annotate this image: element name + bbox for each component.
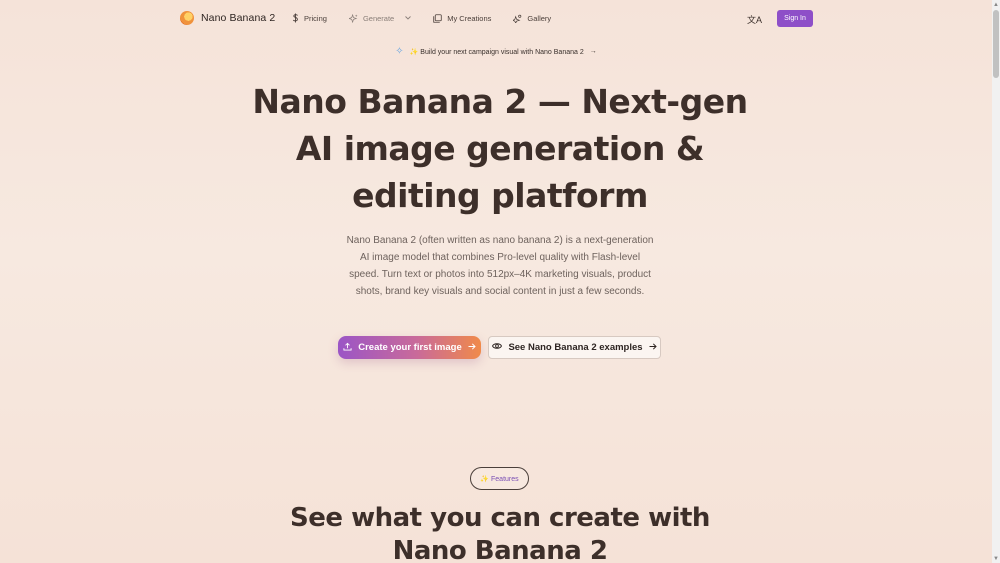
see-examples-label: See Nano Banana 2 examples — [508, 342, 643, 353]
dollar-icon — [292, 13, 299, 23]
nav-pricing-label: Pricing — [304, 13, 327, 23]
eye-icon — [492, 342, 503, 353]
nav-links: Pricing Generate My Creations Gallery — [292, 12, 573, 24]
hero-description: Nano Banana 2 (often written as nano ban… — [346, 235, 654, 297]
create-first-image-label: Create your first image — [358, 342, 462, 353]
arrow-right-icon: → — [589, 48, 597, 55]
scroll-down-icon[interactable]: ▼ — [993, 556, 999, 562]
scroll-up-icon[interactable]: ▲ — [993, 2, 999, 8]
nav-generate-label: Generate — [362, 13, 395, 23]
sign-in-button[interactable]: Sign In — [777, 10, 813, 27]
announcement-text: ✨ Build your next campaign visual with N… — [409, 48, 584, 56]
nav-gallery-label: Gallery — [527, 13, 552, 23]
gallery-sparkle-icon — [513, 14, 522, 23]
nav-generate[interactable]: Generate — [348, 12, 412, 24]
language-switch-icon[interactable]: 文A — [747, 13, 762, 26]
chevron-down-icon — [405, 16, 412, 20]
announcement-banner[interactable]: ✧ ✨ Build your next campaign visual with… — [0, 46, 992, 57]
nav-my-creations[interactable]: My Creations — [433, 12, 491, 24]
sparkles-icon — [348, 13, 358, 23]
top-nav: Nano Banana 2 Pricing Generate My Creati… — [0, 0, 992, 37]
features-title-line-1: See what you can create with — [290, 503, 710, 533]
nav-my-creations-label: My Creations — [447, 13, 492, 23]
nav-gallery[interactable]: Gallery — [513, 12, 551, 24]
page: Nano Banana 2 Pricing Generate My Creati… — [0, 0, 1000, 563]
hero-title-line-3: editing platform — [352, 176, 648, 215]
page-scrollbar[interactable]: ▲ ▼ — [992, 0, 1000, 563]
sparkle-icon: ✧ — [395, 46, 404, 57]
upload-icon — [343, 342, 352, 354]
arrow-right-icon — [649, 342, 657, 353]
banana-logo-icon — [180, 11, 194, 25]
brand-logo[interactable]: Nano Banana 2 — [180, 11, 275, 25]
arrow-right-icon — [468, 342, 476, 353]
scrollbar-thumb[interactable] — [993, 10, 999, 78]
nav-pricing[interactable]: Pricing — [292, 12, 327, 24]
hero-title-line-1: Nano Banana 2 — Next-gen — [252, 82, 748, 121]
features-title: See what you can create with Nano Banana… — [0, 502, 1000, 563]
brand-name: Nano Banana 2 — [201, 12, 276, 24]
features-title-line-2: Nano Banana 2 — [392, 536, 608, 563]
images-icon — [433, 13, 442, 23]
hero-title: Nano Banana 2 — Next-gen AI image genera… — [0, 78, 1000, 219]
create-first-image-button[interactable]: Create your first image — [338, 336, 481, 359]
hero-title-line-2: AI image generation & — [295, 129, 705, 168]
see-examples-button[interactable]: See Nano Banana 2 examples — [488, 336, 661, 359]
features-badge: ✨ Features — [470, 467, 529, 490]
